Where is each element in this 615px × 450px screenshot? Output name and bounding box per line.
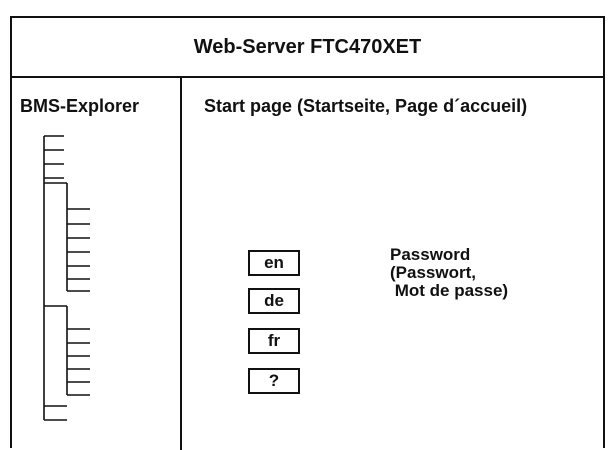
password-label-fr: Mot de passe) bbox=[390, 281, 509, 300]
password-label-en: Password bbox=[390, 245, 471, 264]
page-header: Web-Server FTC470XET bbox=[12, 18, 603, 78]
start-page-panel: Start page (Startseite, Page d´accueil) … bbox=[182, 78, 603, 450]
language-button-de[interactable]: de bbox=[248, 288, 300, 314]
language-button-en[interactable]: en bbox=[248, 250, 300, 276]
password-link[interactable]: Password (Passwort, Mot de passe) bbox=[390, 246, 508, 300]
password-label-de: (Passwort, bbox=[390, 263, 476, 282]
start-page-title: Start page (Startseite, Page d´accueil) bbox=[204, 96, 528, 116]
page-title: Web-Server FTC470XET bbox=[193, 35, 422, 58]
language-button-fr[interactable]: fr bbox=[248, 328, 300, 354]
bms-explorer-panel: BMS-Explorer bbox=[12, 78, 182, 450]
web-server-window: Web-Server FTC470XET BMS-Explorer Start … bbox=[10, 16, 605, 450]
navigation-tree bbox=[43, 135, 90, 421]
help-button[interactable]: ? bbox=[248, 368, 300, 394]
